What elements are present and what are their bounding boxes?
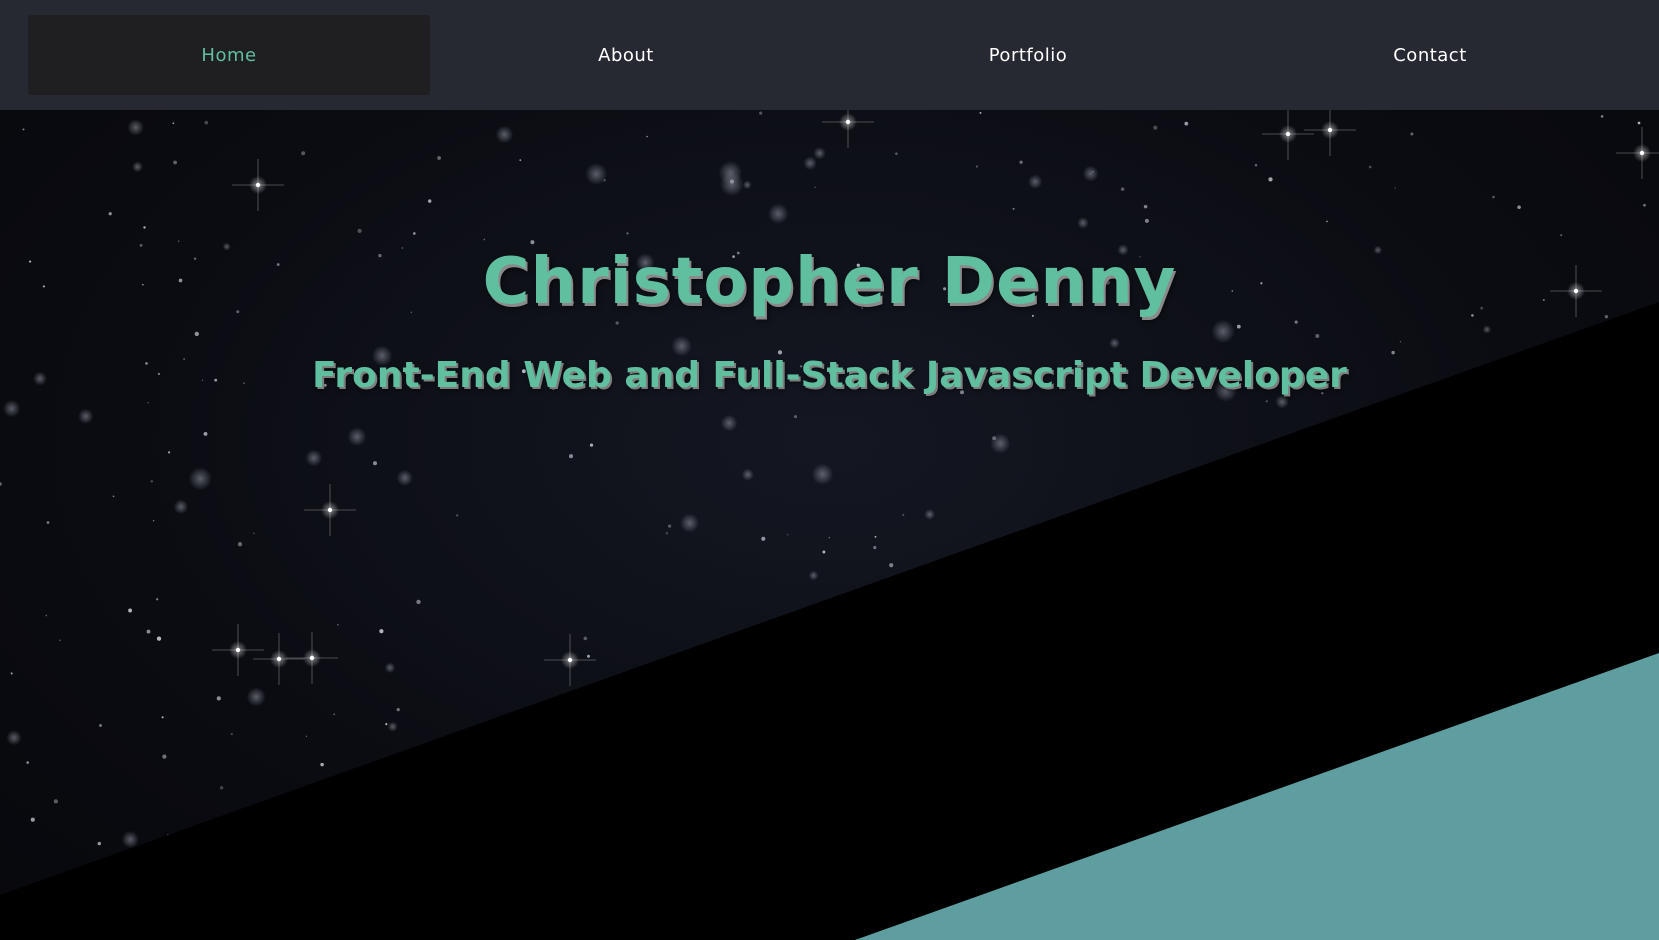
teal-diagonal-shape — [855, 653, 1659, 940]
top-navbar: Home About Portfolio Contact — [0, 0, 1659, 110]
nav-item-about[interactable]: About — [425, 15, 827, 95]
nav-item-label: Home — [201, 44, 257, 66]
nav-item-label: Portfolio — [988, 44, 1068, 66]
nav-item-contact[interactable]: Contact — [1229, 15, 1631, 95]
nav-item-portfolio[interactable]: Portfolio — [827, 15, 1229, 95]
nav-item-home[interactable]: Home — [28, 15, 430, 95]
hero-title: Christopher Denny — [482, 244, 1177, 319]
hero-subtitle: Front-End Web and Full-Stack Javascript … — [312, 354, 1347, 396]
page: Home About Portfolio Contact Christopher… — [0, 0, 1659, 940]
hero-section: Christopher Denny Front-End Web and Full… — [0, 110, 1659, 940]
nav-item-label: Contact — [1393, 44, 1467, 66]
nav-item-label: About — [598, 44, 654, 66]
